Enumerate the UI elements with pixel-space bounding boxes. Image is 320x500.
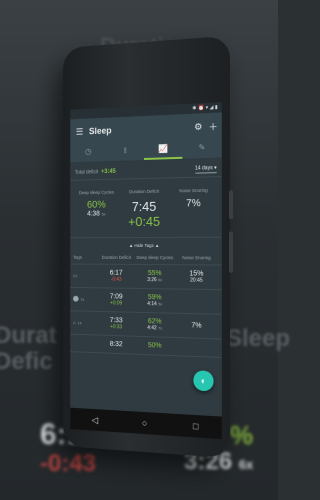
row-tag-count: 1x — [77, 320, 82, 326]
row-deficit-value: +0:33 — [110, 324, 123, 331]
table-row[interactable]: 7x 7:09 +0:09 59% 4:14 5x — [70, 287, 222, 315]
row-deep-sleep: 62% 4:42 7x — [133, 318, 176, 332]
page-title: Sleep — [88, 125, 112, 137]
row-tag: ⌂ 1x — [73, 319, 99, 327]
row-cycles-unit: 6x — [158, 277, 163, 283]
row-cycles-unit: 5x — [158, 301, 163, 307]
row-duration: 7:33 +0:33 — [99, 317, 133, 331]
app-screen: ✱ ⏰ ▾ ◢ ▮ ☰ Sleep ⚙ ＋ ◷ ⫾ 📈 ✎ Total defi… — [70, 102, 222, 440]
row-duration-value: 8:32 — [109, 340, 123, 349]
summary-noise: Noise Snoring 7% — [168, 187, 218, 228]
total-deficit-label: Total deficit — [74, 169, 99, 176]
home-icon: ⌂ — [73, 320, 76, 327]
tab-alarm[interactable]: ◷ — [70, 143, 106, 162]
menu-icon[interactable]: ☰ — [76, 126, 83, 137]
total-deficit-value: +3:45 — [101, 168, 116, 176]
duration-label: Duration Deficit — [129, 188, 159, 195]
row-duration: 7:09 +0:09 — [99, 293, 133, 307]
navigation-bar: ◁ ○ □ — [70, 407, 222, 440]
row-noise — [176, 347, 216, 348]
row-tag-count: 7x — [80, 296, 85, 302]
row-noise: 7% — [176, 322, 216, 330]
bg-sleep-label: Sleep — [226, 325, 291, 352]
deep-sleep-percent: 60% — [86, 199, 106, 211]
tab-list[interactable]: ⫾ — [107, 142, 144, 161]
noise-value: 7% — [186, 198, 201, 210]
row-tag: ▭ — [73, 272, 99, 279]
row-cycles: 4:14 5x — [133, 301, 176, 308]
tab-chart[interactable]: 📈 — [144, 140, 183, 160]
summary-deep-sleep: Deep sleep Cycles 60% 4:38 5x — [73, 189, 120, 229]
table-row[interactable]: 8:32 50% — [70, 334, 222, 358]
row-cycles-value: 4:14 — [147, 301, 157, 308]
plus-icon[interactable]: ＋ — [209, 119, 218, 133]
deficit-value: +0:45 — [128, 213, 161, 230]
row-cycles-value: 3:26 — [147, 277, 157, 284]
row-cycles-value: 4:42 — [147, 325, 157, 332]
row-cycles-unit: 7x — [158, 325, 163, 331]
bg-big-sleep-unit: 6x — [238, 457, 254, 472]
row-noise: 15% 20:45 — [176, 270, 216, 284]
table-header: Tags Duration Deficit Deep sleep Cycles … — [70, 251, 222, 266]
header-deep-sleep: Deep sleep Cycles — [136, 254, 174, 261]
volume-button — [228, 231, 234, 273]
row-tag: 7x — [73, 295, 99, 303]
row-deep-sleep: 50% — [133, 342, 176, 351]
deep-sleep-time-value: 4:38 — [87, 210, 100, 218]
header-duration: Duration Deficit — [101, 254, 131, 260]
bg-duration-label: Durat — [0, 322, 57, 349]
row-cycles: 3:26 6x — [133, 277, 176, 284]
bg-deficit-label: Defic — [0, 348, 53, 375]
recent-apps-icon[interactable]: □ — [193, 421, 198, 432]
tab-sleep[interactable]: ✎ — [182, 139, 221, 159]
summary-duration: Duration Deficit 7:45 +0:45 — [120, 188, 169, 229]
deep-sleep-cycles: 5x — [101, 211, 106, 217]
row-duration: 8:32 — [99, 340, 133, 348]
table-row[interactable]: ▭ 6:17 -0:43 55% 3:26 6x 15% 20:45 — [70, 264, 222, 291]
fab-sleep-button[interactable]: ◐ — [193, 370, 214, 392]
bg-big-percent: % — [230, 420, 254, 450]
row-noise-time: 20:45 — [190, 277, 203, 284]
row-deficit-value: -0:43 — [110, 276, 122, 283]
row-duration: 6:17 -0:43 — [99, 270, 133, 283]
power-button — [228, 190, 234, 220]
row-cycles: 4:42 7x — [133, 325, 176, 332]
noise-label: Noise Snoring — [179, 187, 208, 194]
tag-bars-icon: ▭ — [73, 273, 78, 280]
row-noise — [176, 301, 216, 302]
home-icon[interactable]: ○ — [142, 418, 147, 428]
deep-sleep-label: Deep sleep Cycles — [78, 189, 115, 196]
header-tags: Tags — [73, 254, 82, 260]
header-noise: Noise Snoring — [182, 255, 211, 261]
row-deep-percent: 50% — [147, 342, 162, 350]
summary-panel: Deep sleep Cycles 60% 4:38 5x Duration D… — [70, 176, 222, 239]
phone-device: ✱ ⏰ ▾ ◢ ▮ ☰ Sleep ⚙ ＋ ◷ ⫾ 📈 ✎ Total defi… — [62, 35, 234, 459]
gear-icon[interactable]: ⚙ — [194, 121, 202, 133]
row-deep-sleep: 55% 3:26 6x — [133, 270, 176, 284]
row-tag — [73, 343, 99, 344]
hide-tags-toggle[interactable]: ▲ Hide Tags ▲ — [70, 238, 221, 252]
deep-sleep-time: 4:38 5x — [73, 210, 120, 218]
duration-value: 7:45 — [131, 198, 157, 215]
row-noise-value: 7% — [191, 322, 202, 330]
row-deep-sleep: 59% 4:14 5x — [133, 294, 176, 308]
range-dropdown[interactable]: 14 days ▾ — [194, 164, 217, 174]
bg-big-deficit: -0:43 — [40, 450, 97, 477]
row-deficit-value: +0:09 — [110, 300, 123, 307]
tag-circle-icon — [73, 295, 79, 302]
back-icon[interactable]: ◁ — [92, 414, 98, 425]
